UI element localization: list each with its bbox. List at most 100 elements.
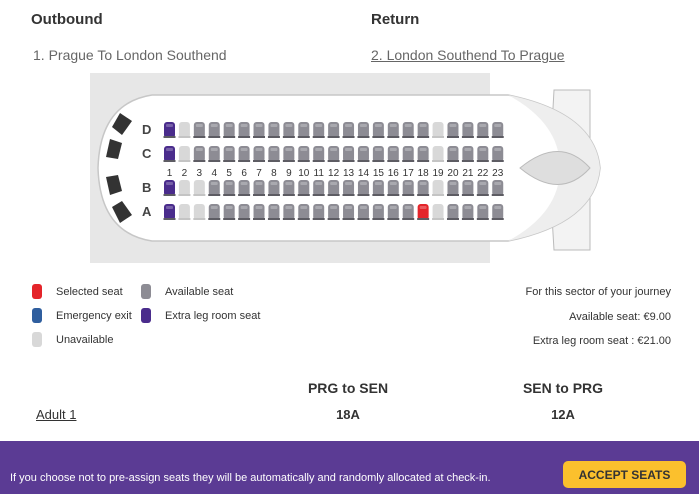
seat-13C[interactable]: [342, 146, 355, 162]
seat-20B[interactable]: [446, 180, 459, 196]
seat-4A[interactable]: [208, 204, 221, 220]
seat-5B[interactable]: [223, 180, 236, 196]
unavailable-seat-icon: [32, 332, 42, 347]
seat-8D[interactable]: [267, 122, 280, 138]
seat-16C[interactable]: [387, 146, 400, 162]
seat-3D[interactable]: [193, 122, 206, 138]
outbound-title: Outbound: [31, 11, 103, 28]
seat-9A[interactable]: [282, 204, 295, 220]
seat-12B[interactable]: [327, 180, 340, 196]
seat-15D[interactable]: [372, 122, 385, 138]
seat-23A[interactable]: [491, 204, 504, 220]
row-label-a: A: [142, 204, 152, 219]
footer-bar: If you choose not to pre-assign seats th…: [0, 441, 699, 494]
seat-6A[interactable]: [238, 204, 251, 220]
seat-21A[interactable]: [461, 204, 474, 220]
seat-9C[interactable]: [282, 146, 295, 162]
seat-6D[interactable]: [238, 122, 251, 138]
seat-21C[interactable]: [461, 146, 474, 162]
seat-9D[interactable]: [282, 122, 295, 138]
seat-5C[interactable]: [223, 146, 236, 162]
seat-20A[interactable]: [446, 204, 459, 220]
seat-16D[interactable]: [387, 122, 400, 138]
column-number-2: 2: [182, 168, 188, 179]
seat-4D[interactable]: [208, 122, 221, 138]
seat-4C[interactable]: [208, 146, 221, 162]
seat-13B[interactable]: [342, 180, 355, 196]
seat-8A[interactable]: [267, 204, 280, 220]
seat-11C[interactable]: [312, 146, 325, 162]
seat-12C[interactable]: [327, 146, 340, 162]
seat-16A[interactable]: [387, 204, 400, 220]
seat-22B[interactable]: [476, 180, 489, 196]
seat-23D[interactable]: [491, 122, 504, 138]
seat-15B[interactable]: [372, 180, 385, 196]
seat-11B[interactable]: [312, 180, 325, 196]
seat-15A[interactable]: [372, 204, 385, 220]
seat-17A[interactable]: [402, 204, 415, 220]
seat-11D[interactable]: [312, 122, 325, 138]
seat-14B[interactable]: [357, 180, 370, 196]
column-number-19: 19: [432, 168, 444, 179]
return-route-link[interactable]: 2. London Southend To Prague: [371, 47, 565, 63]
seat-18A[interactable]: [417, 204, 430, 220]
seat-7A[interactable]: [253, 204, 266, 220]
seat-3B: [193, 180, 206, 196]
footer-notice: If you choose not to pre-assign seats th…: [10, 472, 491, 484]
seat-21B[interactable]: [461, 180, 474, 196]
seat-17C[interactable]: [402, 146, 415, 162]
seat-3C[interactable]: [193, 146, 206, 162]
seat-4B[interactable]: [208, 180, 221, 196]
seat-1B[interactable]: [163, 180, 176, 196]
seat-16B[interactable]: [387, 180, 400, 196]
seat-11A[interactable]: [312, 204, 325, 220]
seat-22D[interactable]: [476, 122, 489, 138]
seat-10D[interactable]: [297, 122, 310, 138]
seat-8B[interactable]: [267, 180, 280, 196]
accept-seats-button[interactable]: ACCEPT SEATS: [563, 461, 686, 488]
seat-23B[interactable]: [491, 180, 504, 196]
seat-21D[interactable]: [461, 122, 474, 138]
seat-12A[interactable]: [327, 204, 340, 220]
seat-grid: DCBA1 2 3 4 5 6 7 8 9 10 11 12 13 14 15 16 17 18 19 20 21 22 2…: [142, 122, 504, 220]
seat-5A[interactable]: [223, 204, 236, 220]
column-number-6: 6: [241, 168, 247, 179]
seat-14A[interactable]: [357, 204, 370, 220]
seat-17D[interactable]: [402, 122, 415, 138]
seat-7B[interactable]: [253, 180, 266, 196]
seat-22C[interactable]: [476, 146, 489, 162]
seat-7C[interactable]: [253, 146, 266, 162]
seat-5D[interactable]: [223, 122, 236, 138]
seat-19A: [432, 204, 445, 220]
seat-1C[interactable]: [163, 146, 176, 162]
seat-10A[interactable]: [297, 204, 310, 220]
seat-23C[interactable]: [491, 146, 504, 162]
seat-17B[interactable]: [402, 180, 415, 196]
seat-18C[interactable]: [417, 146, 430, 162]
seat-22A[interactable]: [476, 204, 489, 220]
seat-18D[interactable]: [417, 122, 430, 138]
seat-10C[interactable]: [297, 146, 310, 162]
seat-1D[interactable]: [163, 122, 176, 138]
seat-1A[interactable]: [163, 204, 176, 220]
seat-15C[interactable]: [372, 146, 385, 162]
seat-9B[interactable]: [282, 180, 295, 196]
seat-13D[interactable]: [342, 122, 355, 138]
seat-20C[interactable]: [446, 146, 459, 162]
seat-12D[interactable]: [327, 122, 340, 138]
seat-10B[interactable]: [297, 180, 310, 196]
seat-20D[interactable]: [446, 122, 459, 138]
seat-13A[interactable]: [342, 204, 355, 220]
seat-6C[interactable]: [238, 146, 251, 162]
legend-emergency-label: Emergency exit: [56, 309, 132, 322]
seat-7D[interactable]: [253, 122, 266, 138]
seat-18B[interactable]: [417, 180, 430, 196]
seat-14D[interactable]: [357, 122, 370, 138]
selected-seat-icon: [32, 284, 42, 299]
column-number-23: 23: [492, 168, 504, 179]
seat-8C[interactable]: [267, 146, 280, 162]
passenger-link[interactable]: Adult 1: [36, 407, 76, 422]
seat-6B[interactable]: [238, 180, 251, 196]
seat-14C[interactable]: [357, 146, 370, 162]
outbound-route[interactable]: 1. Prague To London Southend: [33, 47, 227, 63]
